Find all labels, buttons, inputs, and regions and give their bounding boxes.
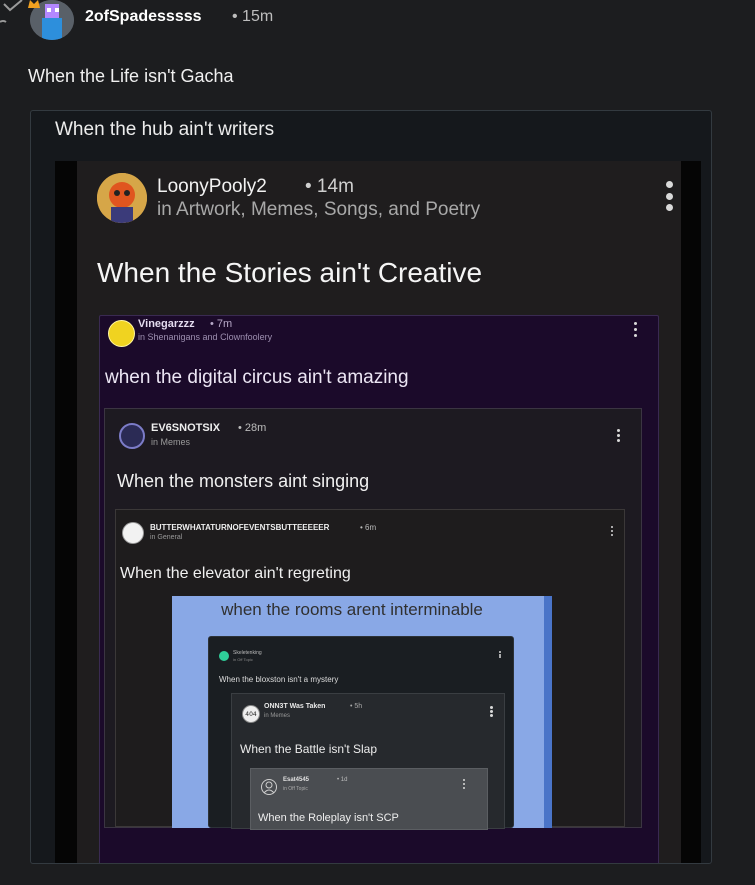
quoted-post-text: When the hub ain't writers xyxy=(55,119,275,140)
timestamp: • 1d xyxy=(337,777,348,783)
avatar-text: 404 xyxy=(245,711,257,718)
post-location: in Off Topic xyxy=(233,657,253,662)
author-name: BUTTERWHATATURNOFEVENTSBUTTEEEEER xyxy=(150,523,330,532)
timestamp: • 7m xyxy=(210,318,233,330)
embedded-screenshot: LoonyPooly2 • 14m in Artwork, Memes, Son… xyxy=(55,161,701,863)
post-location: in Shenanigans and Clownfoolery xyxy=(138,332,273,342)
timestamp: • 5h xyxy=(350,703,363,710)
nested-post: Vinegarzzz • 7m in Shenanigans and Clown… xyxy=(99,315,659,863)
post-location: in Artwork, Memes, Songs, and Poetry xyxy=(157,199,481,220)
check-icon xyxy=(0,0,23,23)
author-name: Esat4545 xyxy=(283,777,310,783)
nested-post: BUTTERWHATATURNOFEVENTSBUTTEEEEER • 6m i… xyxy=(115,509,625,830)
kebab-menu-icon xyxy=(665,181,673,211)
author-name: Vinegarzzz xyxy=(138,318,195,330)
timestamp: • 14m xyxy=(305,176,354,197)
nested-post: EV6SNOTSIX • 28m in Memes When the monst… xyxy=(104,408,642,830)
badge-icon xyxy=(28,0,40,8)
post-timestamp: • 15m xyxy=(232,8,274,25)
post-body: When the Battle isn't Slap xyxy=(240,742,378,756)
post-location: in Off Topic xyxy=(283,786,308,792)
post-location: in General xyxy=(150,534,183,541)
post-body: When the bloxston isn't a mystery xyxy=(219,675,339,684)
avatar xyxy=(108,320,135,347)
author-name: LoonyPooly2 xyxy=(157,176,267,197)
avatar xyxy=(261,779,277,795)
post-location: in Memes xyxy=(264,713,291,719)
image-edge xyxy=(544,596,552,828)
kebab-menu-icon xyxy=(499,651,501,658)
author-name: Skeletenking xyxy=(233,650,262,656)
avatar xyxy=(122,522,144,544)
author-name: EV6SNOTSIX xyxy=(151,422,221,434)
kebab-menu-icon xyxy=(616,429,620,442)
meme-image: when the rooms arent interminable Skelet… xyxy=(172,596,552,830)
nested-post: 404 ONN3T Was Taken • 5h in Memes When t… xyxy=(231,693,505,830)
image-caption: when the rooms arent interminable xyxy=(221,600,483,619)
nested-post: Esat4545 • 1d in Off Topic When the Role… xyxy=(250,768,488,830)
kebab-menu-icon xyxy=(610,526,613,536)
kebab-menu-icon xyxy=(633,322,637,337)
post-location: in Memes xyxy=(151,437,191,447)
avatar xyxy=(119,423,145,449)
avatar xyxy=(97,173,147,223)
post-username[interactable]: 2ofSpadesssss xyxy=(85,8,202,26)
avatar: 404 xyxy=(242,705,260,723)
post-body: when the digital circus ain't amazing xyxy=(105,367,409,388)
quoted-post-card[interactable]: When the hub ain't writers LoonyPooly2 •… xyxy=(30,110,712,864)
post-body: When the elevator ain't regreting xyxy=(120,565,351,582)
screenshot-post-panel: LoonyPooly2 • 14m in Artwork, Memes, Son… xyxy=(77,161,681,863)
timestamp: • 28m xyxy=(238,422,267,434)
avatar xyxy=(219,651,229,661)
post-body: When the monsters aint singing xyxy=(117,471,370,491)
author-name: ONN3T Was Taken xyxy=(264,703,326,710)
post-title: When the Stories ain't Creative xyxy=(97,257,483,288)
nested-post: Skeletenking in Off Topic When the bloxs… xyxy=(208,636,514,830)
timestamp: • 6m xyxy=(360,523,377,532)
kebab-menu-icon xyxy=(490,706,493,717)
kebab-menu-icon xyxy=(462,779,465,789)
post-body: When the Roleplay isn't SCP xyxy=(258,812,399,824)
post-body: When the Life isn't Gacha xyxy=(28,66,234,86)
